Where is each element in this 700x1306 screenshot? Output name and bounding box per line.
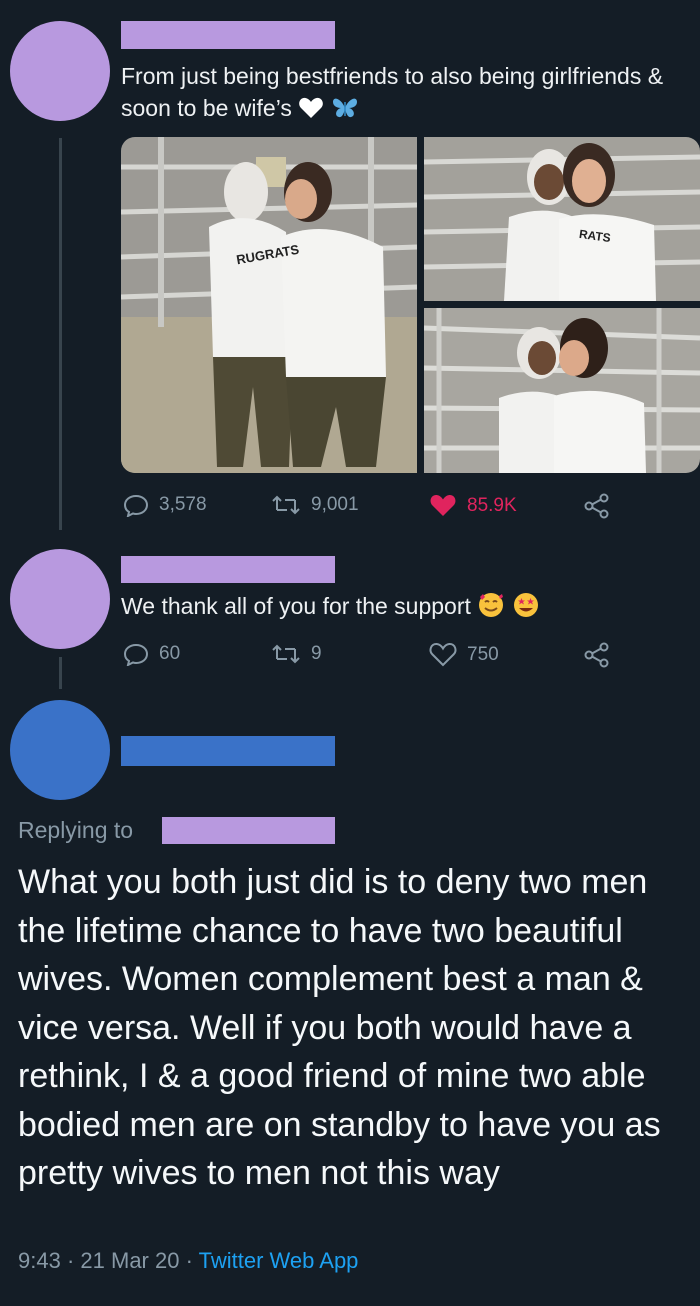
reply-icon xyxy=(123,643,149,666)
reply-count: 3,578 xyxy=(159,494,207,515)
heart-outline-icon xyxy=(429,643,457,667)
smiling-face-with-hearts-icon xyxy=(477,591,505,627)
retweet-button[interactable]: 9 xyxy=(271,642,322,666)
replying-to-label: Replying to xyxy=(18,817,134,843)
tweet-time: 9:43 xyxy=(18,1248,61,1273)
retweet-button[interactable]: 9,001 xyxy=(271,493,359,517)
retweet-count: 9 xyxy=(311,643,322,664)
redacted-username[interactable] xyxy=(121,21,335,49)
avatar[interactable] xyxy=(10,21,110,121)
thread-line xyxy=(59,138,62,530)
like-button[interactable]: 85.9K xyxy=(429,493,517,518)
avatar[interactable] xyxy=(10,700,110,800)
meta-separator: · xyxy=(185,1248,193,1273)
retweet-count: 9,001 xyxy=(311,494,359,515)
replying-to: Replying to xyxy=(18,817,133,844)
like-count: 85.9K xyxy=(467,494,517,516)
tweet-meta: 9:43 · 21 Mar 20 · Twitter Web App xyxy=(18,1248,358,1274)
star-struck-icon xyxy=(512,591,540,627)
tweet-actions: 60 9 750 xyxy=(121,642,691,672)
photo-large[interactable]: RUGRATS xyxy=(121,137,417,473)
share-button[interactable] xyxy=(583,493,611,519)
tweet-text-content: From just being bestfriends to also bein… xyxy=(121,63,664,121)
retweet-icon xyxy=(272,495,300,515)
photo-top-right[interactable]: RATS xyxy=(424,137,700,301)
like-count: 750 xyxy=(467,643,499,665)
butterfly-icon xyxy=(331,96,359,128)
heart-filled-icon xyxy=(430,494,456,516)
reply-button[interactable]: 3,578 xyxy=(123,493,207,517)
redacted-username[interactable] xyxy=(121,736,335,766)
reply-button[interactable]: 60 xyxy=(123,642,180,666)
tweet-source-link[interactable]: Twitter Web App xyxy=(199,1248,359,1273)
tweet-text: From just being bestfriends to also bein… xyxy=(121,60,691,128)
tweet-date[interactable]: 21 Mar 20 xyxy=(80,1248,179,1273)
redacted-username[interactable] xyxy=(121,556,335,583)
tweet-media[interactable]: RUGRATS RATS xyxy=(121,137,700,473)
reply-count: 60 xyxy=(159,643,181,664)
photo-bottom-right[interactable] xyxy=(424,308,700,473)
white-heart-icon xyxy=(298,96,324,128)
share-button[interactable] xyxy=(583,642,611,668)
reply-text: What you both just did is to deny two me… xyxy=(18,863,661,1192)
redacted-reply-target[interactable] xyxy=(162,817,335,844)
meta-separator: · xyxy=(66,1248,75,1273)
tweet-text: We thank all of you for the support xyxy=(121,590,681,627)
tweet-text-content: We thank all of you for the support xyxy=(121,593,471,619)
share-icon xyxy=(584,493,609,519)
share-icon xyxy=(584,642,609,668)
reply-icon xyxy=(123,494,149,517)
retweet-icon xyxy=(272,644,300,664)
thread-line xyxy=(59,657,62,689)
like-button[interactable]: 750 xyxy=(429,642,499,667)
tweet-actions: 3,578 9,001 85.9K xyxy=(121,493,691,523)
avatar[interactable] xyxy=(10,549,110,649)
